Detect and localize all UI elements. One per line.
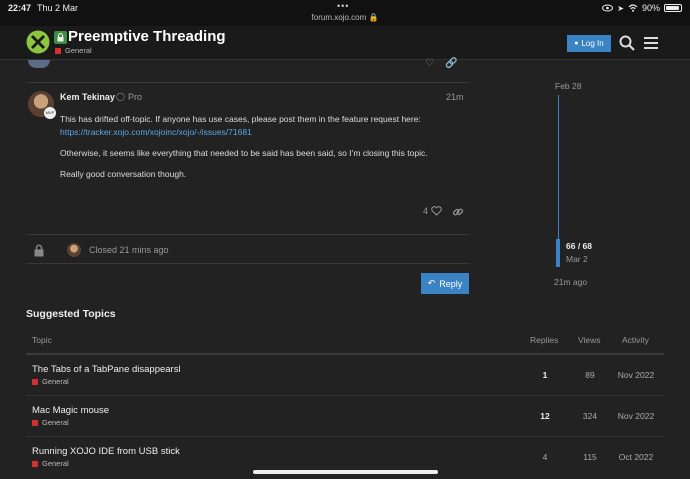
views-count: 89	[585, 370, 595, 380]
status-bar: 22:47 Thu 2 Mar ••• forum.xojo.com 🔒 ➤ 9…	[0, 0, 690, 26]
reply-label: Reply	[439, 278, 463, 289]
search-icon[interactable]	[618, 34, 636, 52]
row-divider	[26, 395, 664, 396]
share-link-icon[interactable]	[452, 206, 464, 218]
divider	[26, 234, 470, 235]
site-header: Preemptive Threading General ● Log In	[0, 26, 690, 60]
divider	[26, 263, 470, 264]
replies-count: 4	[542, 452, 548, 462]
topic-title[interactable]: Preemptive Threading	[68, 28, 226, 45]
hamburger-menu-icon[interactable]	[642, 34, 660, 52]
timeline-position-date: Mar 2	[566, 254, 588, 264]
timeline-start-date[interactable]: Feb 28	[555, 81, 581, 91]
lock-icon: 🔒	[368, 13, 379, 22]
clock: 22:47	[8, 3, 32, 13]
date: Thu 2 Mar	[37, 3, 79, 13]
topic-link[interactable]: The Tabs of a TabPane disappearsl	[32, 364, 181, 375]
views-count: 324	[582, 411, 598, 421]
post-paragraph: Really good conversation though.	[60, 169, 187, 179]
url-text: forum.xojo.com	[311, 13, 367, 22]
post-paragraph: This has drifted off-topic. If anyone ha…	[60, 113, 460, 139]
like-count: 4	[423, 206, 429, 216]
category-label: General	[42, 418, 69, 427]
activity-date[interactable]: Nov 2022	[612, 411, 660, 421]
eye-icon	[602, 4, 614, 12]
category-color-swatch	[32, 378, 38, 385]
category-label: General	[65, 46, 92, 55]
login-label: Log In	[581, 39, 604, 48]
timeline-last-activity[interactable]: 21m ago	[554, 277, 587, 287]
category-label: General	[42, 377, 69, 386]
replies-count: 1	[542, 370, 548, 380]
table-header-divider	[26, 353, 664, 355]
user-title: Pro	[128, 92, 143, 102]
home-indicator[interactable]	[253, 470, 438, 474]
post-text: This has drifted off-topic. If anyone ha…	[60, 114, 421, 124]
battery-percent: 90%	[641, 3, 660, 13]
post-paragraph: Otherwise, it seems like everything that…	[60, 148, 428, 158]
previous-post-avatar[interactable]	[28, 60, 50, 68]
column-header-topic[interactable]: Topic	[32, 335, 52, 345]
timeline-position: 66 / 68	[566, 241, 592, 251]
battery-icon	[664, 4, 682, 12]
link-icon[interactable]: 🔗	[445, 58, 457, 69]
activity-date[interactable]: Oct 2022	[612, 452, 660, 462]
wifi-icon	[628, 4, 638, 12]
closed-lock-icon	[54, 31, 67, 44]
small-avatar[interactable]	[67, 243, 81, 257]
category-badge[interactable]: General	[55, 46, 92, 55]
reply-icon: ↶	[427, 278, 436, 288]
category-color-swatch	[55, 47, 61, 54]
topic-link[interactable]: Mac Magic mouse	[32, 405, 109, 416]
category-color-swatch	[32, 419, 38, 426]
row-divider	[26, 436, 664, 437]
views-count: 115	[583, 452, 597, 462]
login-button[interactable]: ● Log In	[567, 35, 611, 52]
post-date[interactable]: 21m	[446, 92, 464, 102]
feature-request-link[interactable]: https://tracker.xojo.com/xojoinc/xojo/-/…	[60, 127, 252, 137]
topic-category[interactable]: General	[32, 459, 69, 468]
activity-date[interactable]: Nov 2022	[612, 370, 660, 380]
divider	[26, 82, 470, 83]
avatar-flair: MVP	[44, 107, 56, 119]
lock-icon	[34, 244, 44, 256]
multitasking-dots-icon[interactable]: •••	[337, 1, 349, 11]
reply-button[interactable]: ↶ Reply	[421, 273, 469, 294]
xojo-logo-icon[interactable]	[26, 30, 50, 54]
replies-count: 12	[540, 411, 550, 421]
like-button[interactable]: 4	[423, 206, 442, 216]
topic-link[interactable]: Running XOJO IDE from USB stick	[32, 446, 180, 457]
status-icons: ➤ 90%	[602, 3, 682, 13]
column-header-activity[interactable]: Activity	[622, 335, 649, 345]
user-icon: ●	[574, 40, 579, 47]
shield-icon: ◯	[116, 92, 125, 101]
category-label: General	[42, 459, 69, 468]
column-header-views[interactable]: Views	[578, 335, 601, 345]
closed-text: Closed 21 mins ago	[89, 245, 169, 255]
suggested-topics-heading: Suggested Topics	[26, 308, 116, 320]
address-bar[interactable]: forum.xojo.com 🔒	[0, 13, 690, 22]
previous-post-actions: ♡ 🔗	[425, 58, 458, 69]
closed-notice: Closed 21 mins ago	[33, 243, 169, 257]
post-author[interactable]: Kem Tekinay	[60, 92, 115, 102]
heart-icon[interactable]: ♡	[425, 58, 434, 69]
location-icon: ➤	[617, 3, 624, 13]
column-header-replies[interactable]: Replies	[530, 335, 558, 345]
topic-category[interactable]: General	[32, 377, 69, 386]
topic-category[interactable]: General	[32, 418, 69, 427]
category-color-swatch	[32, 460, 38, 467]
timeline-handle[interactable]	[556, 239, 560, 267]
heart-icon	[431, 206, 442, 216]
